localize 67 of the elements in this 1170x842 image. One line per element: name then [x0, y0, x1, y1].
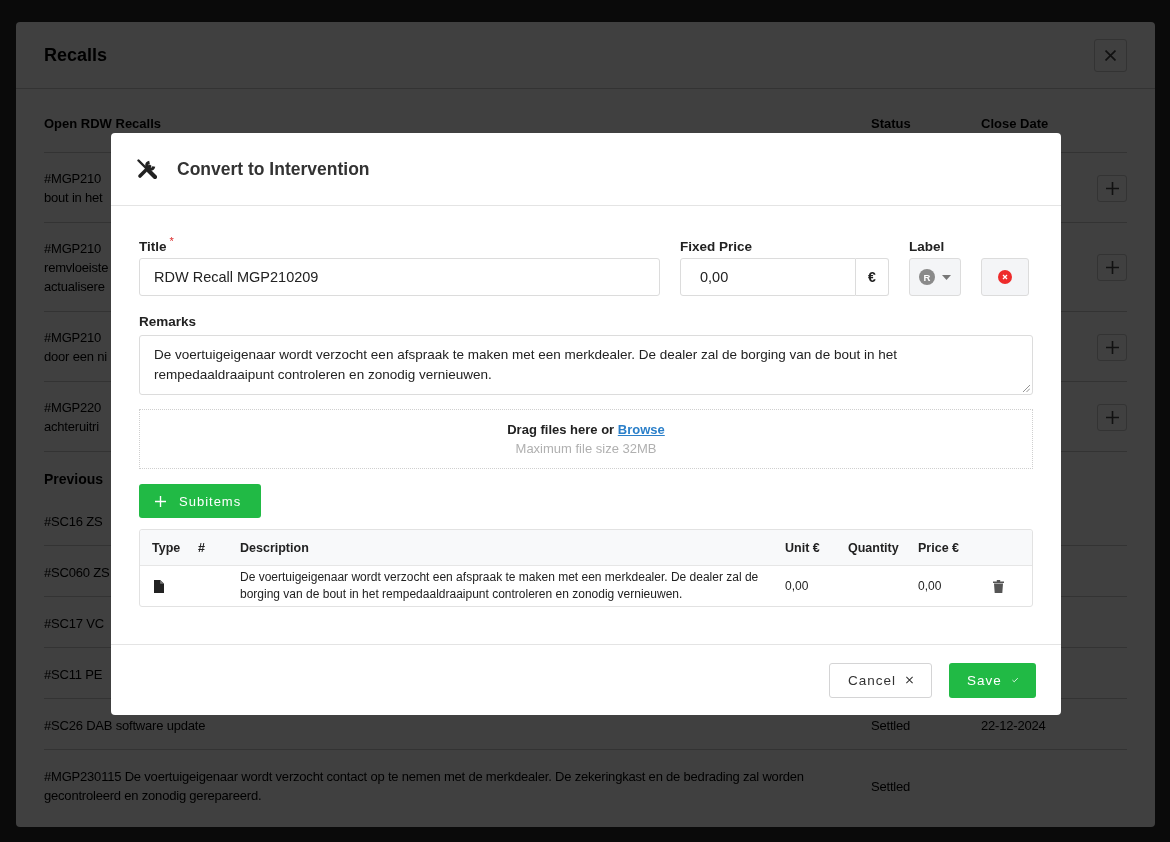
browse-link[interactable]: Browse	[617, 422, 665, 437]
file-icon	[154, 579, 164, 593]
column-header: Close Date	[981, 116, 1049, 132]
currency-addon: €	[856, 258, 889, 296]
recall-text: #SC060 ZS	[44, 564, 110, 582]
table-cell-text: De voertuigeigenaar wordt verzocht een afspraak te maken met een merkdealer. De dealer zal de borging van de bout in het rempedaaldraaipunt controleren en zonodig vernieuwen.	[239, 569, 760, 603]
status-text: Settled	[871, 717, 911, 735]
add-button[interactable]	[1097, 254, 1127, 281]
column-header: #	[197, 540, 206, 555]
column-header: Quantity	[847, 540, 900, 555]
resize-grip-icon[interactable]	[1023, 385, 1030, 392]
column-header: Price €	[917, 540, 960, 555]
plus-icon	[1105, 410, 1119, 424]
dialog-title: Convert to Intervention	[177, 158, 370, 180]
table-cell-text: 0,00	[917, 579, 943, 593]
recall-text: #SC11 PE	[44, 666, 103, 684]
label-initial: R	[919, 269, 935, 285]
close-date: 22-12-2024	[981, 717, 1046, 735]
dropzone-hint: Maximum file size 32MB	[515, 440, 657, 458]
recall-text: actualisere	[44, 278, 105, 296]
plus-icon	[1105, 261, 1119, 274]
add-button[interactable]	[1097, 174, 1127, 202]
recall-text: #MGP210	[44, 240, 102, 258]
recall-text: #SC26 DAB software update	[44, 717, 206, 735]
trash-icon[interactable]	[993, 579, 1004, 593]
check-icon	[1011, 675, 1018, 685]
recall-text: #SC17 VC	[44, 615, 104, 633]
add-button[interactable]	[1097, 403, 1127, 431]
dropzone-prompt: Drag files here or Browse	[507, 421, 665, 439]
title-input[interactable]: RDW Recall MGP210209	[139, 258, 660, 296]
recall-text: #MGP210	[44, 329, 102, 347]
field-label: Title	[139, 238, 167, 255]
remove-label-button[interactable]	[981, 258, 1029, 296]
column-header: Unit €	[784, 540, 821, 555]
status-text: Settled	[871, 777, 911, 796]
caret-icon	[942, 274, 951, 280]
field-label: Label	[909, 238, 945, 255]
price-input[interactable]: 0,00	[680, 258, 856, 296]
required-mark: *	[169, 236, 174, 247]
plus-icon	[155, 495, 166, 507]
recall-text: bout in het	[44, 189, 103, 207]
tools-icon	[137, 159, 157, 179]
remarks-textarea[interactable]: De voertuigeigenaar wordt verzocht een afspraak te maken met een merkdealer. De dealer zal de borging van de bout in het rempedaaldraaipunt controleren en zonodig vernieuwen.	[139, 335, 1033, 395]
table-cell-text: 0,00	[784, 579, 810, 593]
file-dropzone[interactable]: Drag files here or Browse Maximum file size 32MB	[139, 409, 1033, 469]
column-header: Type	[151, 540, 182, 555]
field-label: Remarks	[139, 313, 197, 330]
recall-text: #MGP220	[44, 399, 102, 417]
recall-text: achteruitri	[44, 418, 99, 436]
close-icon	[906, 675, 913, 685]
recall-text: #SC16 ZS	[44, 513, 103, 531]
section-heading: Previous	[44, 470, 104, 489]
add-button[interactable]	[1097, 333, 1127, 361]
close-button[interactable]	[1094, 38, 1127, 72]
plus-icon	[1105, 181, 1119, 195]
column-header: Status	[871, 116, 911, 132]
recall-text: #MGP230115 De voertuigeigenaar wordt verzocht contact op te nemen met de merkdealer. De zekeringkast en de bedrading zal worden gecontroleerd en zonodig gerepareerd.	[44, 768, 805, 805]
dialog-title: Recalls	[44, 44, 108, 66]
recall-text: remvloeiste	[44, 259, 109, 277]
close-circle-icon	[998, 270, 1012, 284]
recall-text: #MGP210	[44, 170, 102, 188]
column-header: Description	[239, 540, 310, 555]
cancel-button[interactable]: Cancel	[829, 662, 932, 698]
plus-icon	[1105, 340, 1119, 354]
field-label: Fixed Price	[680, 238, 753, 255]
close-icon	[1105, 49, 1116, 61]
section-heading: Open RDW Recalls	[44, 116, 162, 132]
